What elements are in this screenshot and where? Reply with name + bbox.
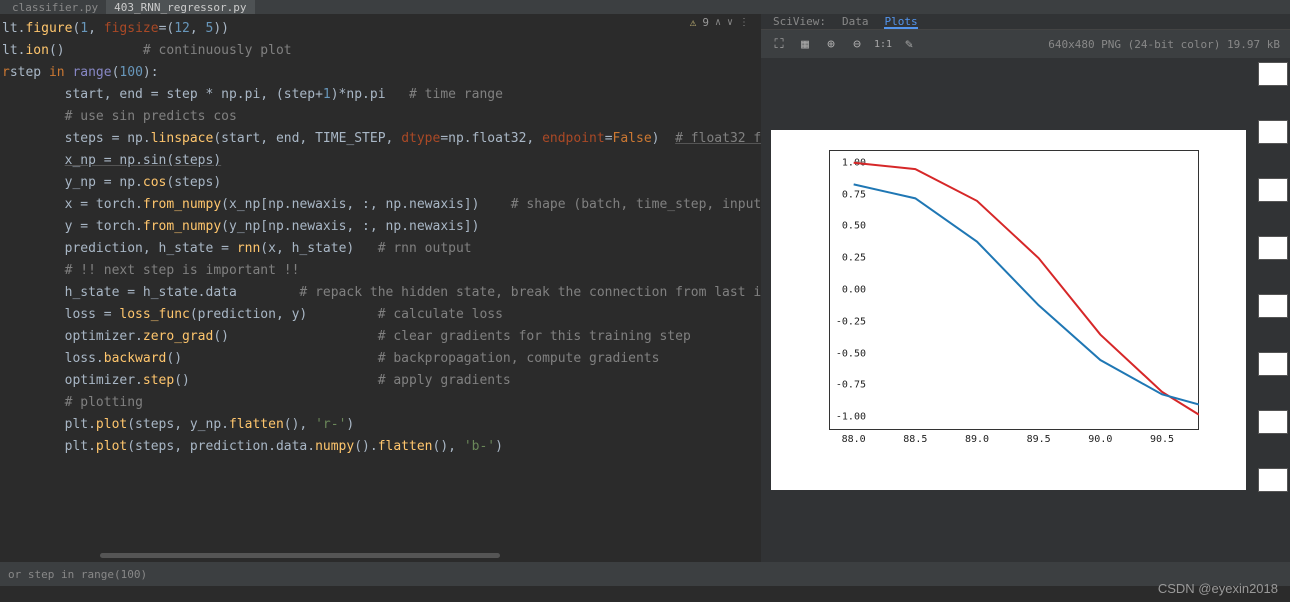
warning-icon: ⚠ — [690, 16, 697, 29]
tab-plots[interactable]: Plots — [884, 15, 917, 29]
plot-figure: -1.00-0.75-0.50-0.250.000.250.500.751.00… — [771, 130, 1246, 490]
plot-thumbnail[interactable] — [1258, 62, 1288, 86]
plot-viewport[interactable]: -1.00-0.75-0.50-0.250.000.250.500.751.00… — [761, 58, 1256, 562]
sciview-label: SciView: — [773, 15, 826, 29]
breadcrumb[interactable]: or step in range(100) — [8, 568, 147, 581]
chevron-down-icon[interactable]: ∨ — [727, 17, 733, 28]
code-editor[interactable]: ⚠ 9 ∧ ∨ ⋮ lt.figure(1, figsize=(12, 5))l… — [0, 14, 761, 562]
chevron-up-icon[interactable]: ∧ — [715, 17, 721, 28]
watermark: CSDN @eyexin2018 — [1158, 581, 1278, 596]
plot-thumbnail[interactable] — [1258, 236, 1288, 260]
code-area[interactable]: lt.figure(1, figsize=(12, 5))lt.ion() # … — [0, 18, 761, 458]
image-info: 640x480 PNG (24-bit color) 19.97 kB — [1048, 38, 1280, 51]
zoom-in-icon[interactable]: ⊕ — [823, 36, 839, 52]
editor-tabs: classifier.py 403_RNN_regressor.py — [0, 0, 1290, 14]
sciview-tabs: SciView: Data Plots — [761, 14, 1290, 30]
more-icon[interactable]: ⋮ — [739, 17, 749, 28]
horizontal-scrollbar[interactable] — [100, 553, 500, 558]
plot-thumbnail[interactable] — [1258, 294, 1288, 318]
tab-rnn-regressor[interactable]: 403_RNN_regressor.py — [106, 0, 254, 14]
sciview-panel: SciView: Data Plots ⛶ ▦ ⊕ ⊖ 1:1 ✎ 640x48… — [761, 14, 1290, 562]
tab-data[interactable]: Data — [842, 15, 869, 29]
inspection-widget[interactable]: ⚠ 9 ∧ ∨ ⋮ — [690, 16, 749, 29]
plot-thumbnail[interactable] — [1258, 410, 1288, 434]
thumbnail-strip — [1256, 58, 1290, 562]
zoom-out-icon[interactable]: ⊖ — [849, 36, 865, 52]
edit-icon[interactable]: ✎ — [901, 36, 917, 52]
status-bar: or step in range(100) — [0, 562, 1290, 586]
plot-thumbnail[interactable] — [1258, 120, 1288, 144]
plot-thumbnail[interactable] — [1258, 468, 1288, 492]
tab-classifier[interactable]: classifier.py — [4, 0, 106, 14]
warning-count: 9 — [702, 16, 709, 29]
one-to-one-icon[interactable]: 1:1 — [875, 36, 891, 52]
plot-toolbar: ⛶ ▦ ⊕ ⊖ 1:1 ✎ 640x480 PNG (24-bit color)… — [761, 30, 1290, 58]
plot-thumbnail[interactable] — [1258, 352, 1288, 376]
grid-icon[interactable]: ▦ — [797, 36, 813, 52]
plot-thumbnail[interactable] — [1258, 178, 1288, 202]
maximize-icon[interactable]: ⛶ — [771, 36, 787, 52]
